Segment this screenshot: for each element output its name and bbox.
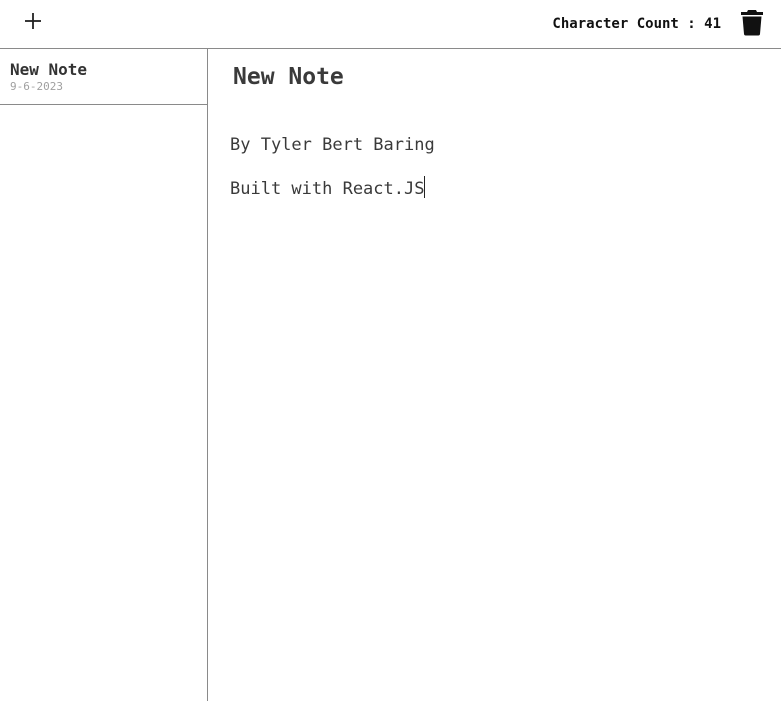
note-body-line-with-caret: Built with React.JS: [230, 175, 760, 203]
note-body[interactable]: By Tyler Bert Baring Built with React.JS: [230, 131, 760, 219]
trash-icon: [740, 9, 764, 36]
plus-icon: [22, 10, 44, 32]
text-caret: [424, 176, 426, 198]
character-count: Character Count : 41: [552, 16, 721, 32]
delete-note-button[interactable]: [740, 9, 764, 36]
note-list-item[interactable]: New Note 9-6-2023: [0, 49, 207, 105]
notes-sidebar: New Note 9-6-2023: [0, 49, 208, 701]
note-list-item-date: 9-6-2023: [10, 80, 63, 93]
add-note-button[interactable]: [22, 10, 44, 32]
note-editor[interactable]: New Note By Tyler Bert Baring Built with…: [208, 49, 781, 701]
note-title[interactable]: New Note: [233, 63, 344, 91]
note-list-item-title: New Note: [10, 60, 88, 79]
note-body-line: By Tyler Bert Baring: [230, 135, 435, 155]
toolbar: Character Count : 41: [0, 0, 781, 49]
note-body-line-text: Built with React.JS: [230, 179, 425, 199]
